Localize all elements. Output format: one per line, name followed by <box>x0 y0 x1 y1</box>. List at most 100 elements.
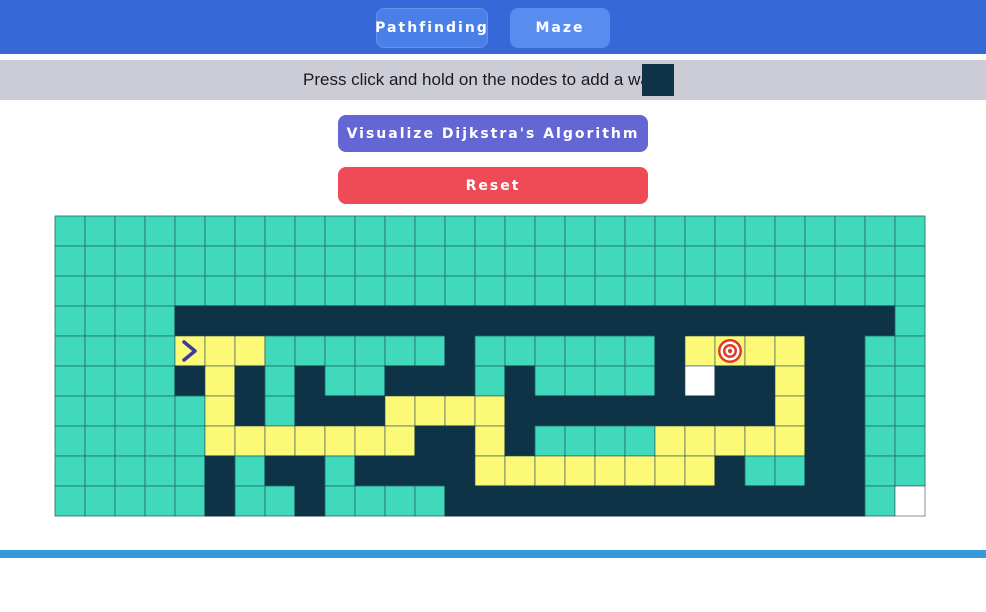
visited-node[interactable] <box>654 245 686 277</box>
visited-node[interactable] <box>444 245 476 277</box>
visited-node[interactable] <box>144 215 176 247</box>
wall-node[interactable] <box>264 455 296 487</box>
visited-node[interactable] <box>684 275 716 307</box>
visited-node[interactable] <box>894 275 926 307</box>
path-node[interactable] <box>204 425 236 457</box>
visited-node[interactable] <box>54 425 86 457</box>
visited-node[interactable] <box>624 215 656 247</box>
visited-node[interactable] <box>684 245 716 277</box>
visited-node[interactable] <box>354 275 386 307</box>
visited-node[interactable] <box>744 215 776 247</box>
visited-node[interactable] <box>564 425 596 457</box>
visited-node[interactable] <box>474 275 506 307</box>
target-icon[interactable] <box>718 339 742 363</box>
wall-node[interactable] <box>834 485 866 517</box>
wall-node[interactable] <box>534 485 566 517</box>
visited-node[interactable] <box>204 275 236 307</box>
visited-node[interactable] <box>864 485 896 517</box>
visited-node[interactable] <box>54 485 86 517</box>
visited-node[interactable] <box>594 425 626 457</box>
visited-node[interactable] <box>54 305 86 337</box>
path-node[interactable] <box>774 425 806 457</box>
visited-node[interactable] <box>894 335 926 367</box>
visited-node[interactable] <box>324 335 356 367</box>
visited-node[interactable] <box>354 335 386 367</box>
wall-node[interactable] <box>354 305 386 337</box>
visited-node[interactable] <box>324 215 356 247</box>
visited-node[interactable] <box>84 305 116 337</box>
wall-node[interactable] <box>204 455 236 487</box>
visited-node[interactable] <box>504 215 536 247</box>
wall-node[interactable] <box>834 365 866 397</box>
wall-node[interactable] <box>444 455 476 487</box>
wall-node[interactable] <box>444 335 476 367</box>
wall-node[interactable] <box>624 395 656 427</box>
path-node[interactable] <box>294 425 326 457</box>
visited-node[interactable] <box>534 425 566 457</box>
path-node[interactable] <box>324 425 356 457</box>
wall-node[interactable] <box>834 455 866 487</box>
visited-node[interactable] <box>594 275 626 307</box>
visited-node[interactable] <box>54 215 86 247</box>
wall-node[interactable] <box>234 395 266 427</box>
wall-node[interactable] <box>534 305 566 337</box>
visited-node[interactable] <box>264 485 296 517</box>
wall-node[interactable] <box>804 305 836 337</box>
wall-node[interactable] <box>174 365 206 397</box>
visited-node[interactable] <box>804 245 836 277</box>
wall-node[interactable] <box>444 365 476 397</box>
visited-node[interactable] <box>294 245 326 277</box>
visited-node[interactable] <box>84 335 116 367</box>
visited-node[interactable] <box>264 245 296 277</box>
wall-node[interactable] <box>804 365 836 397</box>
visited-node[interactable] <box>534 275 566 307</box>
visited-node[interactable] <box>774 455 806 487</box>
wall-node[interactable] <box>504 485 536 517</box>
path-node[interactable] <box>234 335 266 367</box>
visited-node[interactable] <box>894 455 926 487</box>
visited-node[interactable] <box>324 485 356 517</box>
visited-node[interactable] <box>384 335 416 367</box>
visited-node[interactable] <box>324 245 356 277</box>
path-node[interactable] <box>384 425 416 457</box>
wall-node[interactable] <box>444 305 476 337</box>
wall-node[interactable] <box>684 395 716 427</box>
visited-node[interactable] <box>174 215 206 247</box>
wall-node[interactable] <box>624 485 656 517</box>
wall-node[interactable] <box>744 485 776 517</box>
visited-node[interactable] <box>444 215 476 247</box>
visited-node[interactable] <box>894 395 926 427</box>
wall-node[interactable] <box>714 365 746 397</box>
path-node[interactable] <box>444 395 476 427</box>
wall-node[interactable] <box>684 485 716 517</box>
path-node[interactable] <box>774 365 806 397</box>
visited-node[interactable] <box>804 275 836 307</box>
visited-node[interactable] <box>264 275 296 307</box>
path-node[interactable] <box>204 395 236 427</box>
path-node[interactable] <box>264 425 296 457</box>
wall-node[interactable] <box>474 485 506 517</box>
visited-node[interactable] <box>624 425 656 457</box>
visited-node[interactable] <box>504 275 536 307</box>
visited-node[interactable] <box>414 335 446 367</box>
visited-node[interactable] <box>354 485 386 517</box>
visited-node[interactable] <box>864 215 896 247</box>
visited-node[interactable] <box>894 365 926 397</box>
path-node[interactable] <box>534 455 566 487</box>
wall-node[interactable] <box>354 395 386 427</box>
wall-node[interactable] <box>414 455 446 487</box>
visited-node[interactable] <box>234 455 266 487</box>
wall-node[interactable] <box>654 305 686 337</box>
wall-node[interactable] <box>294 485 326 517</box>
visited-node[interactable] <box>54 455 86 487</box>
wall-node[interactable] <box>804 485 836 517</box>
visited-node[interactable] <box>264 365 296 397</box>
visited-node[interactable] <box>144 455 176 487</box>
pathfinding-grid[interactable] <box>54 215 932 522</box>
visited-node[interactable] <box>354 245 386 277</box>
wall-node[interactable] <box>294 365 326 397</box>
wall-node[interactable] <box>414 425 446 457</box>
visited-node[interactable] <box>624 365 656 397</box>
wall-node[interactable] <box>204 485 236 517</box>
wall-node[interactable] <box>714 395 746 427</box>
